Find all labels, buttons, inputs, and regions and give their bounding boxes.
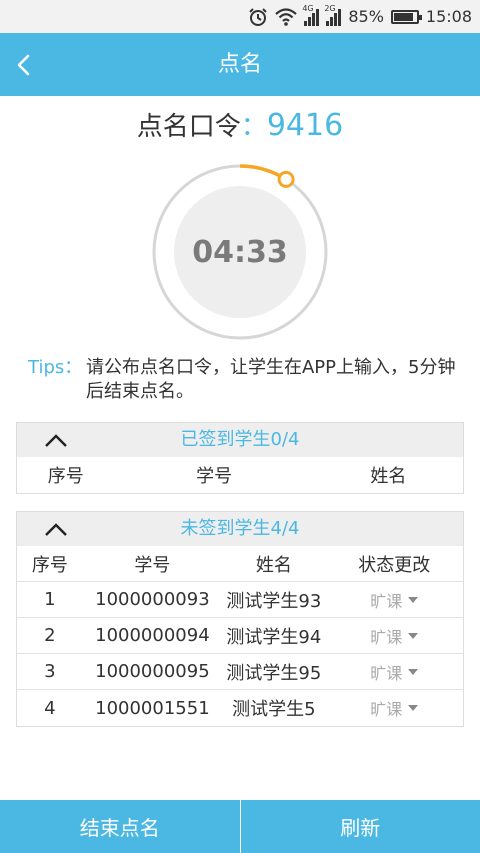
bottom-action-bar: 结束点名 刷新	[0, 800, 480, 853]
timer-face: 04:33	[174, 186, 306, 318]
battery-icon	[390, 9, 422, 24]
page-title: 点名	[217, 52, 262, 77]
signed-table-header: 序号 学号 姓名	[17, 457, 463, 493]
table-row: 1 1000000093 测试学生93 旷课	[17, 582, 463, 618]
rollcall-code-value: 9416	[266, 108, 344, 143]
countdown-timer: 04:33	[150, 162, 330, 342]
status-icons: 4G 2G 85% 15:08	[248, 0, 472, 33]
student-id: 1000000095	[95, 661, 210, 682]
battery-fill	[393, 12, 413, 21]
tips-text: 请公布点名口令，让学生在APP上输入，5分钟后结束点名。	[86, 357, 456, 402]
column-header: 姓名	[255, 554, 292, 576]
row-index: 2	[44, 625, 56, 646]
column-header: 序号	[31, 554, 68, 576]
clock: 15:08	[425, 7, 472, 26]
alarm-icon	[248, 7, 268, 27]
student-id: 1000001551	[95, 697, 210, 719]
row-index: 1	[44, 589, 56, 610]
status-dropdown[interactable]: 旷课	[326, 660, 463, 684]
battery-percent: 85%	[348, 7, 384, 26]
table-row: 4 1000001551 测试学生5 旷课	[17, 690, 463, 726]
status-dropdown[interactable]: 旷课	[326, 588, 463, 612]
caret-down-icon	[408, 705, 419, 711]
student-name: 测试学生95	[226, 662, 322, 684]
caret-down-icon	[408, 668, 419, 675]
signed-students-panel: 已签到学生0/4 序号 学号 姓名	[16, 422, 464, 494]
row-index: 4	[44, 697, 56, 719]
rollcall-code-label: 点名口令	[136, 112, 241, 142]
caret-down-icon	[408, 632, 419, 639]
end-rollcall-button[interactable]: 结束点名	[0, 800, 240, 853]
status-value: 旷课	[370, 627, 403, 647]
unsigned-students-panel: 未签到学生4/4 序号 学号 姓名 状态更改 1 1000000093 测试学生…	[16, 511, 464, 727]
column-header: 状态更改	[358, 554, 431, 576]
rollcall-code: 点名口令：9416	[0, 106, 480, 147]
tips-label: Tips：	[28, 357, 83, 378]
unsigned-panel-title: 未签到学生4/4	[180, 518, 300, 539]
signal-2g-icon: 2G	[324, 4, 342, 26]
status-dropdown[interactable]: 旷课	[326, 624, 463, 648]
column-header: 学号	[196, 466, 233, 487]
signed-panel-header[interactable]: 已签到学生0/4	[17, 423, 463, 457]
student-name: 测试学生94	[226, 626, 322, 648]
signal-4g-icon: 4G	[302, 4, 320, 26]
timer-remaining: 04:33	[192, 234, 288, 270]
status-value: 旷课	[370, 700, 403, 719]
status-bar: 4G 2G 85% 15:08	[0, 0, 480, 33]
status-value: 旷课	[370, 663, 403, 683]
rollcall-code-separator: ：	[240, 112, 267, 142]
student-id: 1000000093	[95, 589, 210, 610]
network-type-primary: 4G	[302, 3, 314, 13]
timer-progress-knob	[277, 170, 295, 188]
refresh-button[interactable]: 刷新	[241, 800, 480, 853]
student-id: 1000000094	[95, 625, 210, 646]
column-header: 姓名	[370, 466, 407, 487]
app-header: 点名	[0, 33, 480, 96]
caret-down-icon	[408, 596, 419, 603]
column-header: 序号	[47, 466, 84, 487]
student-name: 测试学生5	[232, 699, 316, 720]
row-index: 3	[44, 661, 56, 682]
unsigned-panel-header[interactable]: 未签到学生4/4	[17, 512, 463, 546]
table-row: 2 1000000094 测试学生94 旷课	[17, 618, 463, 654]
column-header: 学号	[134, 554, 171, 576]
student-name: 测试学生93	[226, 590, 322, 612]
table-row: 3 1000000095 测试学生95 旷课	[17, 654, 463, 690]
wifi-icon	[275, 7, 298, 26]
status-dropdown[interactable]: 旷课	[326, 696, 463, 720]
signed-panel-title: 已签到学生0/4	[180, 429, 300, 450]
unsigned-table-header: 序号 学号 姓名 状态更改	[17, 546, 463, 582]
network-type-secondary: 2G	[324, 3, 336, 13]
status-value: 旷课	[370, 591, 403, 611]
